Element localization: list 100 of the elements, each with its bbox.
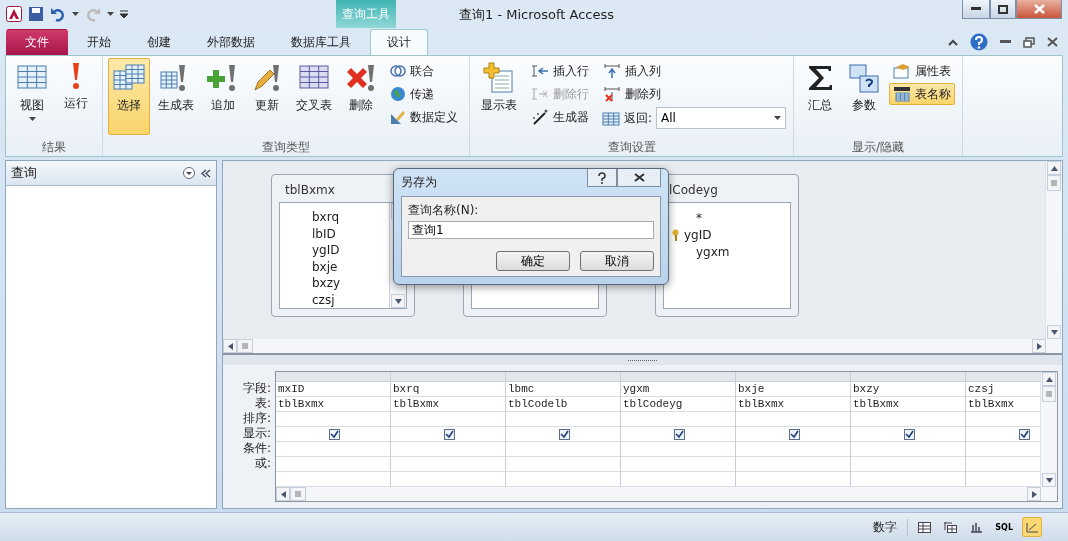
show-checkbox[interactable] <box>443 428 455 440</box>
ribbon-button[interactable]: 传递 <box>386 83 462 105</box>
ribbon-button[interactable]: 视图 <box>11 58 53 135</box>
scroll-thumb[interactable] <box>237 339 253 353</box>
ribbon-button[interactable]: 追加 <box>202 58 244 135</box>
plus-document-icon <box>483 62 515 94</box>
field-cell[interactable]: ygxm <box>621 382 735 397</box>
grip-icon <box>1046 391 1052 397</box>
table-cell[interactable]: tblBxmx <box>391 397 505 412</box>
show-checkbox[interactable] <box>558 428 570 440</box>
dialog-button[interactable]: 确定 <box>496 251 570 271</box>
ribbon-button[interactable]: 交叉表 <box>290 58 338 135</box>
ribbon-button[interactable]: 删除 <box>340 58 382 135</box>
file-tab[interactable]: 文件 <box>6 29 68 55</box>
close-button[interactable] <box>617 169 661 187</box>
ribbon-button[interactable]: 属性表 <box>889 60 956 82</box>
minimize-button[interactable] <box>962 0 990 19</box>
scroll-up-button[interactable] <box>1042 372 1056 386</box>
scroll-right-button[interactable] <box>1027 487 1041 501</box>
maximize-button[interactable] <box>990 0 1016 19</box>
arrow-icon <box>394 298 402 304</box>
ribbon-button[interactable]: 插入行 <box>527 60 593 82</box>
field-name[interactable]: lbID <box>312 226 336 241</box>
row-label: 字段: <box>241 381 272 396</box>
sql-view-button[interactable]: SQL <box>992 517 1016 537</box>
group-label: 结果 <box>41 139 67 156</box>
horizontal-scrollbar[interactable] <box>276 487 1057 501</box>
show-checkbox[interactable] <box>788 428 800 440</box>
table-cell[interactable]: tblBxmx <box>276 397 390 412</box>
ribbon-button[interactable]: 参数 <box>843 58 886 135</box>
scroll-down-button[interactable] <box>1042 473 1056 487</box>
field-cell[interactable]: bxrq <box>391 382 505 397</box>
collapse-ribbon-icon <box>948 38 958 46</box>
caret-icon <box>774 116 782 120</box>
field-cell[interactable]: lbmc <box>506 382 620 397</box>
field-name[interactable]: czsj <box>312 292 335 307</box>
ribbon-button[interactable]: 删除列 <box>599 83 787 105</box>
help-button[interactable] <box>587 169 617 187</box>
field-name[interactable]: * <box>696 210 702 225</box>
ribbon-button[interactable]: 数据定义 <box>386 106 462 128</box>
ribbon-button[interactable]: 更新 <box>246 58 288 135</box>
table-cell[interactable]: tblCodeyg <box>621 397 735 412</box>
table-cell[interactable]: tblBxmx <box>851 397 965 412</box>
return-dropdown[interactable]: All <box>656 107 787 129</box>
scroll-thumb[interactable] <box>1042 386 1056 402</box>
dialog-button[interactable]: 取消 <box>580 251 654 271</box>
table-field-list[interactable]: lCodeyg * ygID ygxm <box>655 174 799 317</box>
arrow-icon <box>1050 165 1058 171</box>
bar-chart-icon <box>969 521 983 533</box>
wand-icon <box>531 109 549 125</box>
ribbon-button[interactable]: 联合 <box>386 60 462 82</box>
contextual-tab-title: 查询工具 <box>336 0 396 28</box>
field-name[interactable]: ygID <box>312 243 340 258</box>
vertical-scrollbar[interactable] <box>1040 372 1057 487</box>
ribbon-button[interactable]: 运行 <box>55 58 97 135</box>
query-name-field[interactable]: 查询1 <box>408 221 654 239</box>
field-name[interactable]: bxzy <box>312 276 341 291</box>
scroll-thumb[interactable] <box>290 487 306 501</box>
ribbon-button[interactable]: 生成表 <box>152 58 200 135</box>
ribbon-button[interactable]: 表名称 <box>889 83 956 105</box>
scroll-down-button[interactable] <box>1047 325 1061 339</box>
field-name[interactable]: bxrq <box>312 210 340 225</box>
delete-column-icon <box>603 86 621 102</box>
field-name[interactable]: ygID <box>684 227 712 242</box>
ribbon-tab[interactable]: 创建 <box>130 29 188 55</box>
horizontal-scrollbar[interactable] <box>223 339 1062 353</box>
table-cell[interactable]: tblCodelb <box>506 397 620 412</box>
scroll-left-button[interactable] <box>276 487 290 501</box>
cross-exclamation-icon <box>345 62 377 94</box>
show-checkbox[interactable] <box>1018 428 1030 440</box>
scroll-down-button[interactable] <box>391 294 405 308</box>
dropdown-icon <box>72 12 79 16</box>
vertical-scrollbar[interactable] <box>1045 161 1062 339</box>
field-name[interactable]: bxje <box>312 259 338 274</box>
maximize-icon <box>998 4 1008 14</box>
ribbon-tab[interactable]: 设计 <box>370 29 428 55</box>
field-cell[interactable]: bxje <box>736 382 850 397</box>
field-cell[interactable]: bxzy <box>851 382 965 397</box>
scroll-left-button[interactable] <box>223 339 237 353</box>
scroll-thumb[interactable] <box>1047 175 1061 191</box>
show-checkbox[interactable] <box>673 428 685 440</box>
field-cell[interactable]: mxID <box>276 382 390 397</box>
scroll-up-button[interactable] <box>1047 161 1061 175</box>
row-label: 排序: <box>241 411 272 426</box>
show-checkbox[interactable] <box>903 428 915 440</box>
field-name[interactable]: ygxm <box>696 244 730 259</box>
table-names-icon <box>893 86 912 102</box>
exclamation-icon <box>72 62 80 92</box>
ribbon-button[interactable]: 汇总 <box>799 58 842 135</box>
ribbon-tab[interactable]: 外部数据 <box>190 29 272 55</box>
ribbon-button[interactable]: 生成器 <box>527 106 593 128</box>
scroll-right-button[interactable] <box>1032 339 1046 353</box>
show-checkbox[interactable] <box>328 428 340 440</box>
ribbon-tab[interactable]: 开始 <box>70 29 128 55</box>
table-cell[interactable]: tblBxmx <box>736 397 850 412</box>
ribbon-button[interactable]: 选择 <box>108 58 150 135</box>
help-icon <box>598 171 606 184</box>
ribbon-button[interactable]: 显示表 <box>475 58 523 135</box>
ribbon-tab[interactable]: 数据库工具 <box>274 29 368 55</box>
ribbon-button[interactable]: 插入列 <box>599 60 787 82</box>
